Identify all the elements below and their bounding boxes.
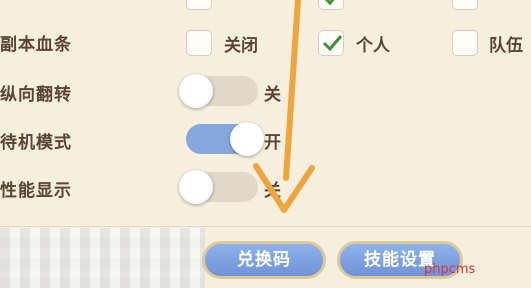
standby-mode-toggle[interactable]	[186, 122, 264, 156]
watermark-text: phpcms	[424, 262, 476, 277]
toggle-knob	[179, 74, 213, 108]
vertical-flip-label: 纵向翻转	[0, 85, 72, 105]
checkbox-partial-1[interactable]	[186, 0, 212, 10]
footer-divider	[0, 226, 531, 227]
checkbox-partial-2[interactable]	[318, 0, 344, 10]
checkbox-partial-3[interactable]	[452, 0, 478, 10]
blurred-area	[0, 228, 205, 288]
vertical-flip-state: 关	[264, 85, 281, 105]
toggle-knob	[230, 122, 264, 156]
dungeon-bar-team-label: 队伍	[489, 36, 523, 56]
dungeon-bar-personal-checkbox[interactable]	[318, 30, 344, 56]
dungeon-bar-label: 副本血条	[0, 35, 72, 55]
dungeon-bar-personal-label: 个人	[356, 36, 390, 56]
standby-mode-state: 开	[264, 133, 281, 153]
dungeon-bar-off-checkbox[interactable]	[186, 30, 212, 56]
check-icon	[322, 35, 343, 52]
dungeon-bar-team-checkbox[interactable]	[452, 30, 478, 56]
check-icon	[324, 0, 335, 6]
performance-display-toggle[interactable]	[179, 170, 258, 204]
dungeon-bar-off-label: 关闭	[224, 36, 258, 56]
vertical-flip-toggle[interactable]	[179, 74, 258, 108]
standby-mode-label: 待机模式	[0, 133, 72, 153]
redeem-code-button[interactable]: 兑换码	[202, 241, 326, 279]
performance-display-label: 性能显示	[0, 181, 72, 201]
performance-display-state: 关	[264, 181, 281, 201]
toggle-knob	[179, 170, 213, 204]
